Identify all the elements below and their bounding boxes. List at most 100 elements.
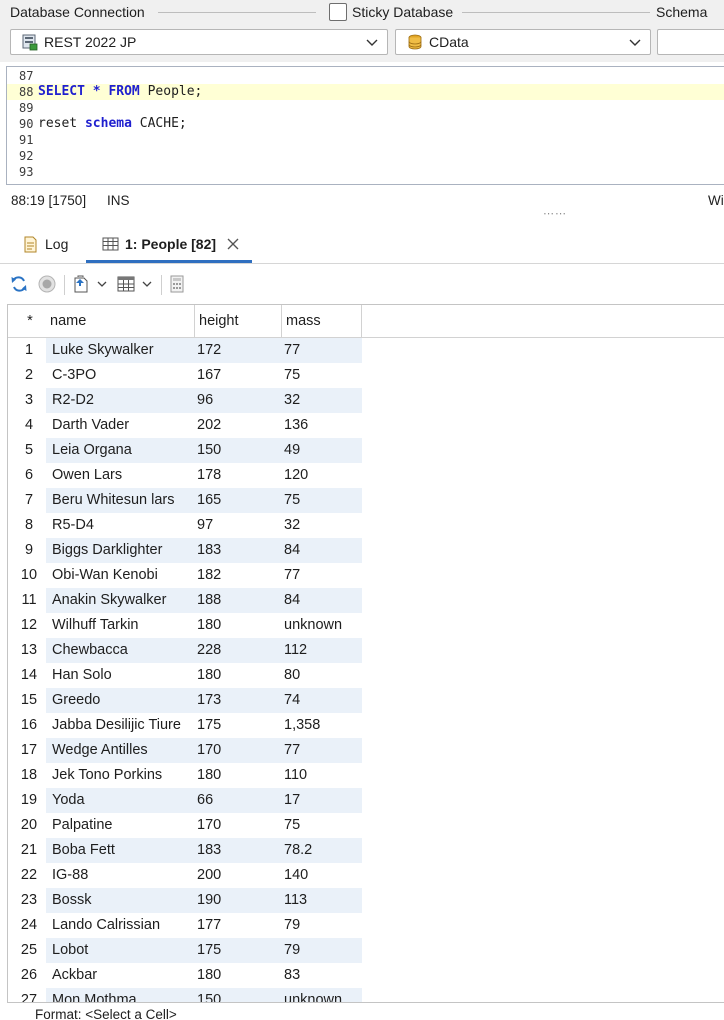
cell-height[interactable]: 150 xyxy=(195,988,282,1002)
chevron-down-icon[interactable] xyxy=(96,278,108,290)
cell-mass[interactable]: 1,358 xyxy=(282,713,362,738)
cell-name[interactable]: Lando Calrissian xyxy=(46,913,195,938)
row-number[interactable]: 7 xyxy=(8,488,46,513)
cell-mass[interactable]: 78.2 xyxy=(282,838,362,863)
cell-name[interactable]: Jek Tono Porkins xyxy=(46,763,195,788)
table-row[interactable]: 5 Leia Organa 150 49 xyxy=(8,438,368,463)
calculator-icon[interactable] xyxy=(169,275,185,293)
table-row[interactable]: 7 Beru Whitesun lars 165 75 xyxy=(8,488,368,513)
cell-height[interactable]: 183 xyxy=(195,838,282,863)
refresh-icon[interactable] xyxy=(10,275,28,293)
table-view-icon[interactable] xyxy=(117,275,135,293)
cell-mass[interactable]: 113 xyxy=(282,888,362,913)
table-row[interactable]: 13 Chewbacca 228 112 xyxy=(8,638,368,663)
cell-mass[interactable]: 84 xyxy=(282,588,362,613)
cell-name[interactable]: Bossk xyxy=(46,888,195,913)
cell-mass[interactable]: 75 xyxy=(282,813,362,838)
cell-mass[interactable]: 49 xyxy=(282,438,362,463)
row-number[interactable]: 4 xyxy=(8,413,46,438)
chevron-down-icon[interactable] xyxy=(141,278,153,290)
cell-mass[interactable]: 110 xyxy=(282,763,362,788)
table-row[interactable]: 16 Jabba Desilijic Tiure 175 1,358 xyxy=(8,713,368,738)
table-row[interactable]: 8 R5-D4 97 32 xyxy=(8,513,368,538)
row-number[interactable]: 8 xyxy=(8,513,46,538)
cell-mass[interactable]: 74 xyxy=(282,688,362,713)
column-header-mass[interactable]: mass xyxy=(282,305,362,338)
cell-mass[interactable]: 84 xyxy=(282,538,362,563)
table-row[interactable]: 9 Biggs Darklighter 183 84 xyxy=(8,538,368,563)
cell-height[interactable]: 183 xyxy=(195,538,282,563)
cell-name[interactable]: Wedge Antilles xyxy=(46,738,195,763)
schema-select[interactable] xyxy=(657,29,724,55)
row-number[interactable]: 26 xyxy=(8,963,46,988)
row-number[interactable]: 24 xyxy=(8,913,46,938)
cell-height[interactable]: 165 xyxy=(195,488,282,513)
table-row[interactable]: 10 Obi-Wan Kenobi 182 77 xyxy=(8,563,368,588)
cell-mass[interactable]: 112 xyxy=(282,638,362,663)
table-row[interactable]: 1 Luke Skywalker 172 77 xyxy=(8,338,368,363)
row-number[interactable]: 15 xyxy=(8,688,46,713)
splitter-handle[interactable]: ⋯⋯ xyxy=(543,207,567,220)
row-number[interactable]: 11 xyxy=(8,588,46,613)
cell-height[interactable]: 180 xyxy=(195,613,282,638)
results-grid[interactable]: * name height mass 1 Luke Skywalker 172 77 2… xyxy=(7,304,724,1003)
cell-name[interactable]: IG-88 xyxy=(46,863,195,888)
cell-mass[interactable]: 77 xyxy=(282,338,362,363)
cell-height[interactable]: 202 xyxy=(195,413,282,438)
row-number[interactable]: 17 xyxy=(8,738,46,763)
row-number[interactable]: 2 xyxy=(8,363,46,388)
export-icon[interactable] xyxy=(72,275,90,293)
cell-name[interactable]: Obi-Wan Kenobi xyxy=(46,563,195,588)
cell-name[interactable]: Biggs Darklighter xyxy=(46,538,195,563)
cell-name[interactable]: Owen Lars xyxy=(46,463,195,488)
row-number[interactable]: 23 xyxy=(8,888,46,913)
tab-people[interactable]: 1: People [82] xyxy=(86,228,252,264)
cell-height[interactable]: 200 xyxy=(195,863,282,888)
row-number[interactable]: 18 xyxy=(8,763,46,788)
table-row[interactable]: 6 Owen Lars 178 120 xyxy=(8,463,368,488)
table-row[interactable]: 20 Palpatine 170 75 xyxy=(8,813,368,838)
cell-height[interactable]: 96 xyxy=(195,388,282,413)
cell-name[interactable]: Lobot xyxy=(46,938,195,963)
cell-mass[interactable]: 17 xyxy=(282,788,362,813)
cell-mass[interactable]: 120 xyxy=(282,463,362,488)
cell-name[interactable]: R2-D2 xyxy=(46,388,195,413)
connection-select[interactable]: REST 2022 JP xyxy=(10,29,388,55)
database-select[interactable]: CData xyxy=(395,29,651,55)
cell-name[interactable]: Beru Whitesun lars xyxy=(46,488,195,513)
cell-name[interactable]: Wilhuff Tarkin xyxy=(46,613,195,638)
table-row[interactable]: 11 Anakin Skywalker 188 84 xyxy=(8,588,368,613)
row-number[interactable]: 12 xyxy=(8,613,46,638)
cell-name[interactable]: R5-D4 xyxy=(46,513,195,538)
row-number[interactable]: 16 xyxy=(8,713,46,738)
cell-height[interactable]: 170 xyxy=(195,813,282,838)
cell-mass[interactable]: 77 xyxy=(282,738,362,763)
table-row[interactable]: 15 Greedo 173 74 xyxy=(8,688,368,713)
table-row[interactable]: 14 Han Solo 180 80 xyxy=(8,663,368,688)
row-number[interactable]: 25 xyxy=(8,938,46,963)
cell-height[interactable]: 228 xyxy=(195,638,282,663)
table-row[interactable]: 4 Darth Vader 202 136 xyxy=(8,413,368,438)
cell-mass[interactable]: 80 xyxy=(282,663,362,688)
table-row[interactable]: 18 Jek Tono Porkins 180 110 xyxy=(8,763,368,788)
row-number[interactable]: 13 xyxy=(8,638,46,663)
cell-mass[interactable]: 79 xyxy=(282,913,362,938)
table-row[interactable]: 27 Mon Mothma 150 unknown xyxy=(8,988,368,1002)
cell-name[interactable]: Han Solo xyxy=(46,663,195,688)
cell-height[interactable]: 188 xyxy=(195,588,282,613)
cell-height[interactable]: 180 xyxy=(195,763,282,788)
row-number[interactable]: 14 xyxy=(8,663,46,688)
cell-mass[interactable]: 140 xyxy=(282,863,362,888)
row-number[interactable]: 6 xyxy=(8,463,46,488)
table-row[interactable]: 26 Ackbar 180 83 xyxy=(8,963,368,988)
cell-mass[interactable]: 75 xyxy=(282,488,362,513)
cell-height[interactable]: 180 xyxy=(195,663,282,688)
cell-name[interactable]: Chewbacca xyxy=(46,638,195,663)
cell-name[interactable]: C-3PO xyxy=(46,363,195,388)
cell-mass[interactable]: 136 xyxy=(282,413,362,438)
cell-name[interactable]: Ackbar xyxy=(46,963,195,988)
column-header-height[interactable]: height xyxy=(195,305,282,338)
cell-name[interactable]: Palpatine xyxy=(46,813,195,838)
table-row[interactable]: 3 R2-D2 96 32 xyxy=(8,388,368,413)
row-number[interactable]: 5 xyxy=(8,438,46,463)
